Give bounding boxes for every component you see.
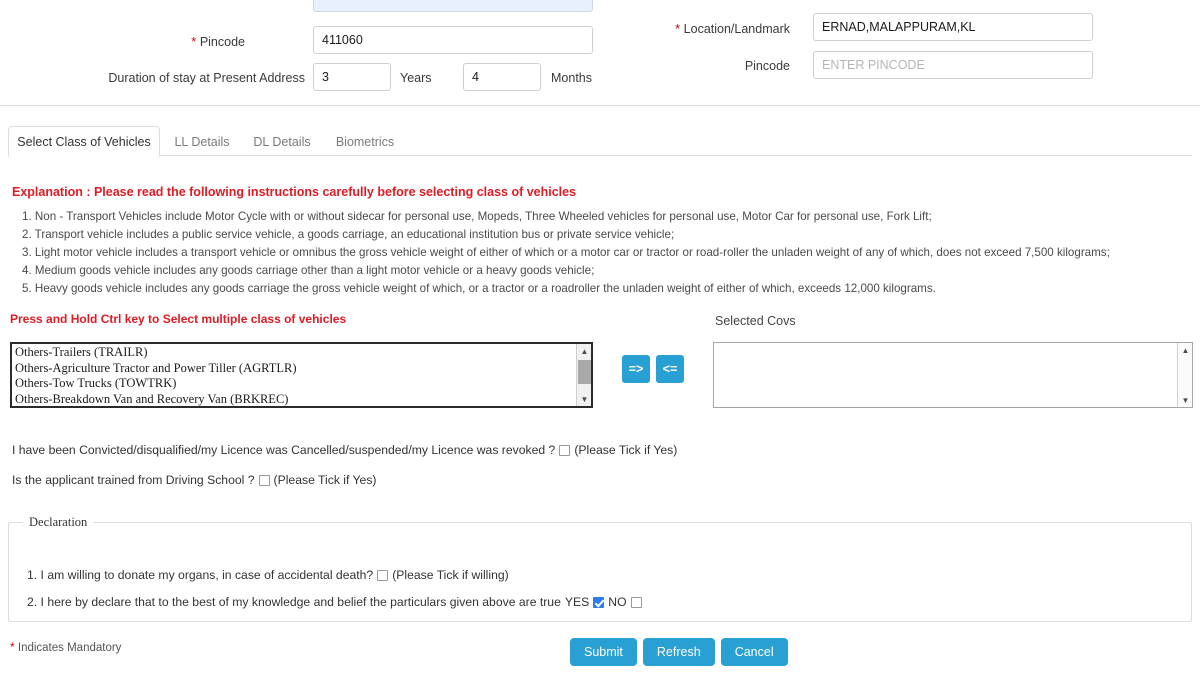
pincode-right-label: Pincode	[744, 59, 790, 73]
duration-of-stay-label: Duration of stay at Present Address	[108, 71, 305, 85]
organ-donation-text: 1. I am willing to donate my organs, in …	[27, 568, 374, 582]
conviction-question-text: I have been Convicted/disqualified/my Li…	[12, 443, 556, 457]
tab-biometrics[interactable]: Biometrics	[322, 126, 408, 157]
scroll-down-arrow-icon[interactable]: ▼	[1178, 393, 1192, 407]
months-unit-label: Months	[551, 71, 592, 85]
form-tabs: Select Class of Vehicles LL Details DL D…	[8, 126, 1192, 157]
form-action-buttons: Submit Refresh Cancel	[570, 638, 788, 666]
address-line-field-partial[interactable]	[313, 0, 593, 12]
refresh-button[interactable]: Refresh	[642, 638, 715, 666]
required-asterisk-icon: *	[10, 640, 15, 654]
pincode-left-label: * Pincode	[130, 34, 245, 50]
remove-cov-button[interactable]: <=	[656, 355, 684, 383]
driving-school-question-text: Is the applicant trained from Driving Sc…	[12, 473, 255, 487]
truth-declaration-no-label: NO	[608, 595, 627, 609]
required-asterisk-icon: *	[675, 21, 681, 36]
conviction-question-checkbox[interactable]	[559, 444, 571, 456]
truth-declaration-row: 2. I here by declare that to the best of…	[27, 595, 642, 609]
cancel-button[interactable]: Cancel	[720, 638, 788, 666]
scrollbar-thumb[interactable]	[578, 360, 591, 384]
required-asterisk-icon: *	[191, 34, 197, 49]
tab-dl-details[interactable]: DL Details	[242, 126, 322, 157]
submit-button[interactable]: Submit	[570, 638, 637, 666]
pincode-right-input[interactable]	[813, 51, 1093, 79]
driving-school-question-checkbox[interactable]	[258, 474, 270, 486]
selected-cov-listbox[interactable]: ▲ ▼	[713, 342, 1193, 408]
explanation-item: 4. Medium goods vehicle includes any goo…	[22, 264, 595, 277]
tab-select-class-of-vehicles[interactable]: Select Class of Vehicles	[8, 126, 160, 157]
available-cov-scrollbar[interactable]: ▲ ▼	[576, 344, 591, 406]
add-cov-button[interactable]: =>	[622, 355, 650, 383]
driving-school-question-row: Is the applicant trained from Driving Sc…	[12, 473, 377, 487]
location-landmark-label-text: Location/Landmark	[683, 22, 790, 36]
tab-ll-details[interactable]: LL Details	[162, 126, 242, 157]
truth-declaration-text: 2. I here by declare that to the best of…	[27, 595, 561, 609]
explanation-item: 3. Light motor vehicle includes a transp…	[22, 246, 1110, 259]
mandatory-note: * Indicates Mandatory	[10, 640, 121, 654]
scroll-down-arrow-icon[interactable]: ▼	[577, 392, 591, 406]
truth-declaration-yes-checkbox[interactable]	[593, 596, 605, 608]
duration-years-input[interactable]	[313, 63, 391, 91]
pincode-left-input[interactable]	[313, 26, 593, 54]
selected-cov-scrollbar[interactable]: ▲ ▼	[1177, 343, 1192, 407]
explanation-list: 1. Non - Transport Vehicles include Moto…	[22, 208, 1110, 298]
scroll-up-arrow-icon[interactable]: ▲	[577, 344, 591, 358]
explanation-title: Explanation : Please read the following …	[12, 185, 577, 199]
truth-declaration-yes-label: YES	[564, 595, 590, 609]
organ-donation-row: 1. I am willing to donate my organs, in …	[27, 568, 509, 582]
address-section: * Pincode Duration of stay at Present Ad…	[0, 0, 1200, 106]
explanation-item: 5. Heavy goods vehicle includes any good…	[22, 282, 936, 295]
declaration-legend: Declaration	[23, 515, 94, 530]
selected-covs-label: Selected Covs	[715, 314, 796, 328]
conviction-question-hint: (Please Tick if Yes)	[574, 443, 678, 457]
location-landmark-label: * Location/Landmark	[640, 21, 790, 37]
list-item[interactable]: Others-Breakdown Van and Recovery Van (B…	[12, 392, 591, 407]
mandatory-note-text: Indicates Mandatory	[17, 642, 122, 654]
organ-donation-checkbox[interactable]	[377, 569, 389, 581]
organ-donation-hint: (Please Tick if willing)	[392, 568, 509, 582]
list-item[interactable]: Others-Agriculture Tractor and Power Til…	[12, 361, 591, 377]
explanation-item: 1. Non - Transport Vehicles include Moto…	[22, 210, 932, 223]
explanation-item: 2. Transport vehicle includes a public s…	[22, 228, 675, 241]
location-landmark-input[interactable]	[813, 13, 1093, 41]
available-cov-listbox[interactable]: Others-Trailers (TRAILR) Others-Agricult…	[10, 342, 593, 408]
driving-licence-application-form: * Pincode Duration of stay at Present Ad…	[0, 0, 1200, 675]
ctrl-multiselect-note: Press and Hold Ctrl key to Select multip…	[10, 312, 347, 326]
conviction-question-row: I have been Convicted/disqualified/my Li…	[12, 443, 677, 457]
scroll-up-arrow-icon[interactable]: ▲	[1178, 343, 1192, 357]
driving-school-question-hint: (Please Tick if Yes)	[273, 473, 377, 487]
truth-declaration-no-checkbox[interactable]	[630, 596, 642, 608]
years-unit-label: Years	[400, 71, 432, 85]
declaration-fieldset: Declaration 1. I am willing to donate my…	[8, 515, 1192, 622]
pincode-left-label-text: Pincode	[199, 35, 245, 49]
list-item[interactable]: Others-Trailers (TRAILR)	[12, 345, 591, 361]
duration-months-input[interactable]	[463, 63, 541, 91]
list-item[interactable]: Others-Tow Trucks (TOWTRK)	[12, 376, 591, 392]
